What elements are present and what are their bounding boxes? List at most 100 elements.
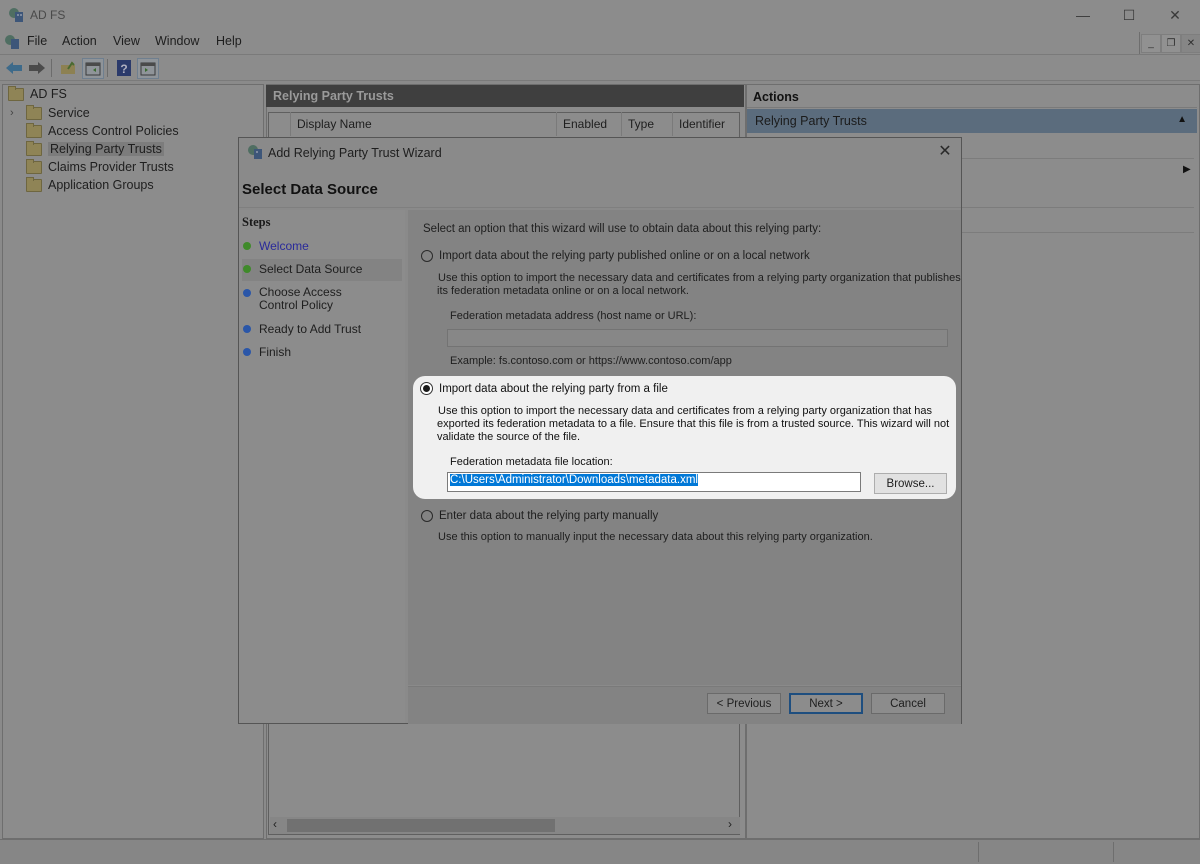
- status-bar: [0, 839, 1200, 864]
- step-welcome[interactable]: Welcome: [242, 239, 402, 253]
- actions-header: Actions: [747, 86, 1197, 108]
- mdi-divider: [1139, 32, 1140, 54]
- tree-item-access-control-policies[interactable]: Access Control Policies: [26, 122, 179, 140]
- tree-item-service[interactable]: › Service: [10, 104, 90, 122]
- show-hide-action-pane-icon: [140, 62, 156, 75]
- metadata-address-input[interactable]: [447, 329, 948, 347]
- radio-import-file[interactable]: [420, 382, 433, 395]
- metadata-file-value: C:\Users\Administrator\Downloads\metadat…: [450, 474, 698, 486]
- dialog-close-button[interactable]: ✕: [935, 141, 955, 161]
- option-online-desc-line2: its federation metadata online or on a l…: [437, 285, 689, 297]
- show-hide-console-tree-icon: [85, 62, 101, 75]
- option-manual-label[interactable]: Enter data about the relying party manua…: [439, 510, 658, 522]
- submenu-arrow-icon[interactable]: ▶: [1183, 164, 1191, 175]
- tree-item-relying-party-trusts[interactable]: Relying Party Trusts: [26, 140, 164, 158]
- toolbar-separator: [107, 59, 108, 77]
- help-button[interactable]: ?: [114, 58, 134, 77]
- folder-icon: [26, 104, 42, 120]
- forward-icon: [29, 61, 45, 74]
- metadata-address-example: Example: fs.contoso.com or https://www.c…: [450, 355, 732, 367]
- menu-view[interactable]: View: [113, 34, 140, 48]
- folder-icon: [26, 176, 42, 192]
- option-online-desc-line1: Use this option to import the necessary …: [438, 272, 961, 284]
- option-file-desc-line3: validate the source of the file.: [437, 431, 581, 443]
- maximize-button[interactable]: ☐: [1106, 0, 1152, 30]
- mdi-close-button[interactable]: ✕: [1181, 34, 1200, 53]
- browse-button[interactable]: Browse...: [874, 473, 947, 494]
- previous-button[interactable]: < Previous: [707, 693, 781, 714]
- option-manual-desc: Use this option to manually input the ne…: [438, 531, 873, 543]
- minimize-button[interactable]: —: [1060, 0, 1106, 30]
- status-divider: [978, 842, 979, 862]
- scroll-left-icon[interactable]: ‹: [273, 817, 277, 831]
- scroll-right-icon[interactable]: ›: [728, 817, 732, 831]
- tree-item-application-groups[interactable]: Application Groups: [26, 176, 154, 194]
- wizard-page-heading: Select Data Source: [242, 181, 378, 198]
- window-title: AD FS: [30, 8, 66, 22]
- wizard-icon: [247, 144, 263, 163]
- folder-icon: [26, 122, 42, 138]
- step-current-icon: [243, 265, 251, 273]
- option-file-desc-line2: exported its federation metadata to a fi…: [437, 418, 950, 430]
- mdi-minimize-button[interactable]: _: [1141, 34, 1161, 53]
- menu-window[interactable]: Window: [155, 34, 199, 48]
- up-folder-icon: [61, 60, 75, 74]
- menu-action[interactable]: Action: [62, 34, 97, 48]
- column-header-enabled[interactable]: Enabled: [557, 112, 622, 136]
- option-file-label[interactable]: Import data about the relying party from…: [439, 383, 668, 395]
- adfs-app-icon: [8, 7, 24, 26]
- option-online-label[interactable]: Import data about the relying party publ…: [439, 250, 810, 262]
- dialog-title: Add Relying Party Trust Wizard: [268, 146, 442, 160]
- forward-button[interactable]: [27, 58, 47, 77]
- step-finish: Finish: [242, 345, 402, 359]
- toolbar-separator: [51, 59, 52, 77]
- column-header-display-name[interactable]: Display Name: [291, 112, 557, 136]
- metadata-file-label: Federation metadata file location:: [450, 456, 613, 468]
- actions-section-label: Relying Party Trusts: [755, 114, 867, 128]
- actions-section-relying-party-trusts[interactable]: Relying Party Trusts ▲: [747, 109, 1197, 133]
- next-button[interactable]: Next >: [789, 693, 863, 714]
- folder-icon: [8, 85, 24, 101]
- step-choose-access-control-policy: Choose Access Control Policy: [242, 286, 382, 312]
- column-header-icon[interactable]: [269, 112, 291, 136]
- folder-icon: [26, 158, 42, 174]
- back-button[interactable]: [4, 58, 24, 77]
- window-title-bar: [0, 0, 1200, 30]
- radio-import-online[interactable]: [421, 250, 433, 262]
- action-divider: [962, 207, 1194, 208]
- tree-root-adfs[interactable]: AD FS: [8, 85, 67, 103]
- expand-chevron-icon[interactable]: ›: [10, 107, 20, 119]
- show-hide-console-tree-button[interactable]: [82, 58, 104, 79]
- tree-item-claims-provider-trusts[interactable]: Claims Provider Trusts: [26, 158, 174, 176]
- help-icon: ?: [117, 59, 131, 76]
- results-pane-header: Relying Party Trusts: [266, 85, 744, 107]
- toolbar: [0, 55, 1200, 81]
- step-pending-icon: [243, 325, 251, 333]
- menu-help[interactable]: Help: [216, 34, 242, 48]
- radio-enter-manually[interactable]: [421, 510, 433, 522]
- cancel-button[interactable]: Cancel: [871, 693, 945, 714]
- metadata-file-input[interactable]: C:\Users\Administrator\Downloads\metadat…: [447, 472, 861, 492]
- results-pane-title: Relying Party Trusts: [273, 89, 394, 103]
- menu-file[interactable]: File: [27, 34, 47, 48]
- step-ready-to-add-trust: Ready to Add Trust: [242, 322, 402, 336]
- svg-text:?: ?: [120, 62, 127, 76]
- horizontal-scrollbar-thumb[interactable]: [287, 819, 555, 832]
- step-select-data-source: Select Data Source: [242, 259, 402, 281]
- close-button[interactable]: ✕: [1152, 0, 1198, 30]
- back-icon: [6, 61, 22, 74]
- action-divider: [962, 158, 1194, 159]
- collapse-arrow-icon[interactable]: ▲: [1177, 114, 1187, 125]
- actions-title: Actions: [753, 90, 799, 104]
- column-header-identifier[interactable]: Identifier: [673, 112, 739, 136]
- metadata-address-label: Federation metadata address (host name o…: [450, 310, 697, 322]
- column-header-type[interactable]: Type: [622, 112, 673, 136]
- heading-divider: [239, 207, 961, 208]
- step-complete-icon: [243, 242, 251, 250]
- mmc-document-icon[interactable]: [4, 34, 20, 53]
- up-one-level-button[interactable]: [58, 58, 78, 77]
- folder-icon: [26, 140, 42, 156]
- show-hide-action-pane-button[interactable]: [137, 58, 159, 79]
- option-file-desc-line1: Use this option to import the necessary …: [438, 405, 933, 417]
- mdi-restore-button[interactable]: ❐: [1161, 34, 1181, 53]
